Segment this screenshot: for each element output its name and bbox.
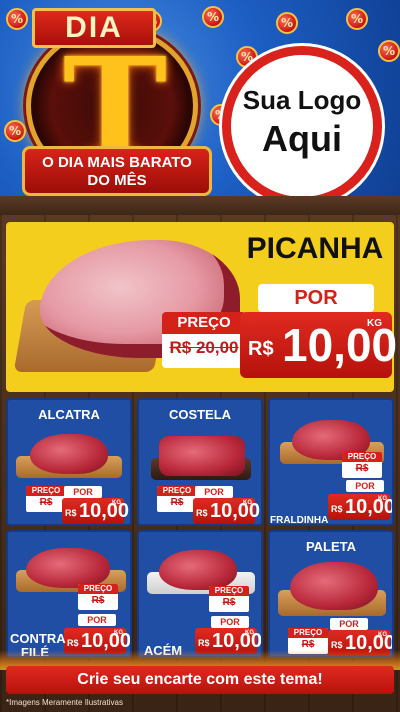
discount-coin-icon: % [4, 120, 26, 142]
card-name-line1: CONTRA [10, 631, 66, 646]
preco-label: PREÇO [209, 586, 249, 596]
header-divider [0, 196, 400, 215]
preco-box: PREÇO R$ 20,00 [209, 586, 249, 612]
header-banner: % % % % % % % % % DIA T O DIA MAIS BARAT… [0, 0, 400, 215]
product-card-contra-file: PREÇO R$ 20,00 POR R$ 10,00 KG CONTRA FI… [6, 530, 132, 658]
hero-currency: R$ [248, 338, 274, 360]
hero-por-label: POR [258, 284, 374, 312]
currency: R$ [65, 508, 77, 518]
price-box: R$ 10,00 KG [62, 498, 129, 524]
logo-placeholder: Sua Logo Aqui [222, 46, 382, 206]
product-card-paleta: PALETA PREÇO R$ 20,00 POR R$ 10,00 KG [268, 530, 394, 658]
unit: KG [378, 632, 387, 638]
currency: R$ [198, 638, 210, 648]
preco-label: PREÇO [288, 628, 328, 638]
paleta-image [290, 562, 378, 610]
unit: KG [112, 500, 121, 506]
acem-image [159, 550, 237, 590]
price-box: R$ 10,00 KG [328, 494, 392, 520]
logo-line2: Aqui [262, 118, 342, 159]
discount-coin-icon: % [202, 6, 224, 28]
product-card-acem: PREÇO R$ 20,00 POR R$ 10,00 KG ACÉM [137, 530, 263, 658]
preco-box: PREÇO R$ 20,00 [26, 486, 66, 512]
card-name: COSTELA [168, 407, 232, 422]
por-label: POR [330, 618, 368, 630]
price-value: 10,00 [210, 500, 261, 522]
old-price: R$ 20,00 [85, 595, 110, 610]
discount-coin-icon: % [378, 40, 400, 62]
preco-box: PREÇO R$ 20,00 [342, 452, 382, 478]
unit: KG [243, 500, 252, 506]
currency: R$ [196, 508, 208, 518]
discount-coin-icon: % [346, 8, 368, 30]
product-card-costela: COSTELA PREÇO R$ 20,00 POR R$ 10,00 KG [137, 398, 263, 526]
ribbon-banner: O DIA MAIS BARATO DO MÊS [22, 146, 212, 196]
discount-coin-icon: % [6, 8, 28, 30]
logo-line1: Sua Logo [242, 85, 362, 115]
old-price: R$ 20,00 [216, 597, 241, 612]
old-price: R$ 20,00 [349, 463, 374, 478]
disclaimer-text: *Imagens Meramente Ilustrativas [6, 698, 123, 707]
ribbon-line2: DO MÊS [87, 172, 147, 189]
hero-preco-box: PREÇO R$ 20,00 [162, 312, 246, 368]
currency: R$ [331, 640, 343, 650]
product-card-alcatra: ALCATRA PREÇO R$ 20,00 POR R$ 10,00 KG [6, 398, 132, 526]
ribbon-line1: O DIA MAIS BARATO [42, 154, 192, 171]
preco-label: PREÇO [78, 584, 118, 594]
unit: KG [245, 630, 254, 636]
discount-coin-icon: % [276, 12, 298, 34]
currency: R$ [67, 638, 79, 648]
card-name: PALETA [305, 539, 357, 554]
hero-old-price: R$ 20,00 [169, 338, 239, 357]
por-label: POR [195, 486, 233, 498]
hero-preco-label: PREÇO [162, 312, 246, 334]
price-value: 10,00 [79, 500, 130, 522]
por-label: POR [346, 480, 384, 492]
card-name: ALCATRA [38, 407, 100, 422]
por-label: POR [64, 486, 102, 498]
preco-label: PREÇO [342, 452, 382, 462]
product-card-fraldinha: PREÇO R$ 20,00 POR R$ 10,00 KG FRALDINHA [268, 398, 394, 526]
card-name: FRALDINHA [270, 515, 329, 526]
alcatra-image [30, 434, 108, 474]
contra-file-image [26, 548, 110, 588]
old-price: R$ 20,00 [164, 497, 189, 512]
por-label: POR [211, 616, 249, 628]
preco-label: PREÇO [157, 486, 197, 496]
currency: R$ [331, 504, 343, 514]
costela-image [159, 436, 245, 476]
unit: KG [378, 496, 387, 502]
por-label: POR [78, 614, 116, 626]
cta-banner[interactable]: Crie seu encarte com este tema! [6, 666, 394, 694]
hero-unit: KG [367, 318, 382, 329]
unit: KG [114, 630, 123, 636]
hero-title: PICANHA [246, 232, 384, 265]
old-price: R$ 20,00 [33, 497, 58, 512]
preco-box: PREÇO R$ 20,00 [78, 584, 118, 610]
preco-box: PREÇO R$ 20,00 [157, 486, 197, 512]
hero-price-box: R$ 10,00 KG [240, 312, 397, 378]
preco-label: PREÇO [26, 486, 66, 496]
price-box: R$ 10,00 KG [193, 498, 260, 524]
